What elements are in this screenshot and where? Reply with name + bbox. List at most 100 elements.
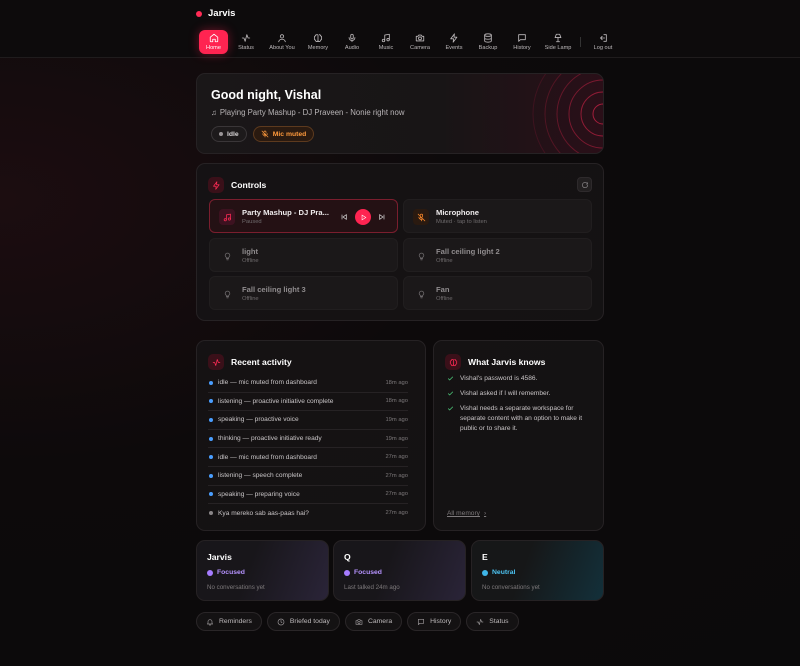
nav-label: Audio: [344, 45, 360, 51]
controls-panel: Controls Party Mashup - DJ Pra... Paused…: [196, 163, 604, 321]
memory-text: Vishal asked if I will remember.: [460, 390, 551, 397]
refresh-icon: [581, 181, 588, 188]
greeting-card: Good night, Vishal ♫ Playing Party Mashu…: [196, 73, 604, 154]
check-icon: [447, 406, 454, 411]
microphone-title: Microphone: [436, 208, 480, 217]
device-tile[interactable]: light Offline: [209, 238, 398, 272]
activity-time: 18m ago: [385, 379, 408, 386]
nav-side-lamp[interactable]: Side Lamp: [540, 30, 576, 54]
reminders-chip[interactable]: Reminders: [196, 612, 262, 631]
nav-memory[interactable]: Memory: [302, 30, 334, 54]
persona-mood: Focused: [207, 569, 245, 576]
persona-card-q[interactable]: Q Focused Last talked 24m ago: [333, 540, 466, 601]
mic-muted-badge[interactable]: Mic muted: [252, 126, 315, 142]
brand-dot: [196, 10, 202, 17]
device-state: Offline: [242, 296, 259, 302]
all-memory-link[interactable]: All memory ›: [447, 510, 486, 517]
knowledge-panel: What Jarvis knows Vishal's password is 4…: [433, 340, 604, 531]
activity-row: idle — mic muted from dashboard 27m ago: [208, 448, 408, 467]
nav-status[interactable]: Status: [230, 30, 262, 54]
brain-icon: [445, 354, 461, 370]
activity-text: idle — mic muted from dashboard: [218, 453, 317, 461]
device-tile[interactable]: Fan Offline: [403, 276, 592, 310]
activity-dot: [209, 455, 213, 460]
bell-icon: [207, 618, 213, 625]
nav-audio[interactable]: Audio: [336, 30, 368, 54]
bolt-icon: [208, 177, 224, 193]
play-button[interactable]: [355, 209, 371, 225]
activity-list: idle — mic muted from dashboard 18m ago li…: [208, 374, 408, 523]
chevron-right-icon: ›: [483, 510, 487, 517]
activity-dot: [209, 380, 213, 385]
pulse-icon: [241, 34, 251, 42]
logout-icon: [600, 34, 607, 42]
device-tile[interactable]: Fall ceiling light 3 Offline: [209, 276, 398, 310]
activity-time: 27m ago: [385, 472, 408, 479]
activity-row: speaking — preparing voice 27m ago: [208, 486, 408, 505]
nav-about-you[interactable]: About You: [264, 30, 300, 54]
now-playing-tile[interactable]: Party Mashup - DJ Pra... Paused: [209, 199, 398, 233]
nav-log-out[interactable]: Log out: [587, 30, 619, 54]
media-controls: [339, 209, 387, 225]
memory-item: Vishal needs a separate workspace for se…: [447, 404, 595, 434]
persona-status: No conversations yet: [482, 584, 540, 591]
activity-row: listening — speech complete 27m ago: [208, 467, 408, 486]
memory-item: Vishal's password is 4586.: [447, 374, 595, 384]
history-chip[interactable]: History: [407, 612, 462, 631]
activity-text: speaking — proactive voice: [218, 416, 299, 424]
persona-card-e[interactable]: E Neutral No conversations yet: [471, 540, 604, 601]
persona-status: No conversations yet: [207, 584, 265, 591]
activity-text: listening — proactive initiative complet…: [218, 397, 334, 405]
device-state: Offline: [242, 258, 259, 264]
knowledge-header: What Jarvis knows: [445, 354, 545, 370]
refresh-button[interactable]: [577, 177, 592, 192]
track-state: Paused: [242, 219, 262, 225]
device-name: Fall ceiling light 3: [242, 285, 306, 294]
persona-name: Jarvis: [207, 552, 232, 562]
bolt-icon: [450, 33, 458, 43]
chip-label: Briefed today: [289, 618, 330, 625]
activity-dot: [209, 417, 213, 422]
bulb-icon: [413, 286, 429, 302]
nav-label: Home: [206, 45, 221, 51]
quick-actions: Reminders Briefed today Camera History S…: [196, 612, 519, 631]
device-name: light: [242, 247, 259, 256]
activity-row: listening — proactive initiative complet…: [208, 393, 408, 412]
device-state: Offline: [436, 296, 453, 302]
activity-text: Kya mereko sab aas-paas hai?: [218, 509, 309, 517]
mood-label: Focused: [354, 569, 382, 576]
device-tile[interactable]: Fall ceiling light 2 Offline: [403, 238, 592, 272]
briefed-today-chip[interactable]: Briefed today: [266, 612, 340, 631]
brand[interactable]: Jarvis: [196, 8, 235, 19]
music-icon: [381, 33, 390, 43]
activity-row: Kya mereko sab aas-paas hai? 27m ago: [208, 504, 408, 523]
status-dot: [219, 132, 223, 136]
microphone-tile[interactable]: Microphone Muted · tap to listen: [403, 199, 592, 233]
top-bar: Jarvis Home Status About You Memory Audi…: [0, 0, 800, 58]
nav-camera[interactable]: Camera: [404, 30, 436, 54]
nav-events[interactable]: Events: [438, 30, 470, 54]
chip-label: History: [430, 618, 452, 625]
nav-history[interactable]: History: [506, 30, 538, 54]
activity-time: 27m ago: [385, 491, 408, 498]
nav-divider: [580, 37, 581, 47]
camera-chip[interactable]: Camera: [344, 612, 403, 631]
previous-track-button[interactable]: [339, 212, 349, 222]
next-track-button[interactable]: [377, 212, 387, 222]
brain-icon: [313, 34, 323, 42]
activity-text: thinking — proactive initiative ready: [218, 435, 322, 443]
nav-label: Status: [238, 45, 254, 51]
pulse-icon: [208, 354, 224, 370]
persona-card-jarvis[interactable]: Jarvis Focused No conversations yet: [196, 540, 329, 601]
memory-text: Vishal needs a separate workspace for se…: [460, 405, 583, 432]
nav-backup[interactable]: Backup: [472, 30, 504, 54]
status-chip[interactable]: Status: [466, 612, 519, 631]
greeting-title: Good night, Vishal: [211, 88, 322, 102]
track-title: Party Mashup - DJ Pra...: [242, 208, 329, 217]
memory-item: Vishal asked if I will remember.: [447, 389, 595, 399]
activity-text: listening — speech complete: [218, 472, 303, 480]
nav-home[interactable]: Home: [199, 30, 228, 54]
skip-forward-icon: [379, 214, 385, 220]
nav-music[interactable]: Music: [370, 30, 402, 54]
lamp-icon: [554, 33, 562, 43]
